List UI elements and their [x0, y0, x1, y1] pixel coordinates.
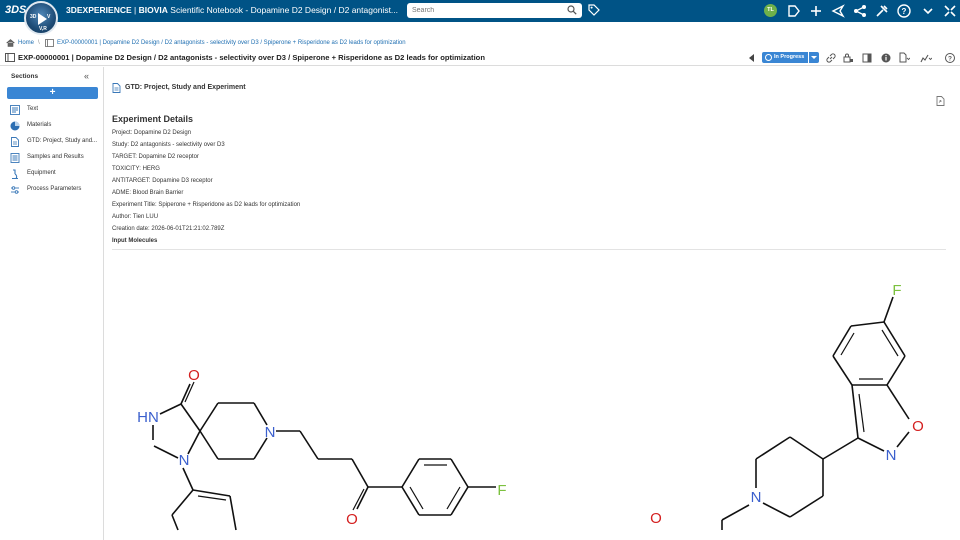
chart-menu-icon[interactable]	[920, 52, 932, 64]
status-badge[interactable]: In Progress	[762, 52, 808, 63]
brand-name: 3DEXPERIENCE	[66, 5, 132, 15]
breadcrumb-home[interactable]: Home	[18, 40, 34, 46]
samples-icon	[10, 153, 20, 163]
field-study: Study: D2 antagonists - selectivity over…	[112, 142, 225, 148]
sidebar-item-label: Equipment	[27, 170, 56, 176]
info-icon[interactable]	[880, 52, 892, 64]
sidebar-item-materials[interactable]: Materials	[10, 120, 102, 132]
input-molecules-label: Input Molecules	[112, 238, 158, 244]
notebook-title: Scientific Notebook - Dopamine D2 Design…	[170, 5, 399, 15]
add-icon[interactable]	[808, 3, 824, 19]
svg-text:?: ?	[948, 55, 952, 62]
share-tag-icon[interactable]	[786, 3, 802, 19]
tag-icon[interactable]	[588, 4, 600, 16]
sidebar-item-label: Text	[27, 106, 39, 112]
fullscreen-icon[interactable]	[942, 3, 958, 19]
microscope-icon	[12, 169, 18, 179]
sidebar-item-text[interactable]: Text	[10, 104, 102, 116]
title-bar: EXP-00000001 | Dopamine D2 Design / D2 a…	[0, 50, 960, 66]
compass-3d-label: 3D	[30, 14, 37, 20]
spiperone-structure	[152, 381, 496, 531]
help-icon[interactable]: ?	[944, 52, 956, 64]
sidebar-item-gtd[interactable]: GTD: Project, Study and...	[10, 136, 102, 148]
atom-n2: N	[265, 424, 276, 441]
svg-text:?: ?	[902, 7, 907, 16]
network-icon[interactable]	[852, 3, 868, 19]
home-icon[interactable]	[6, 39, 15, 47]
export-document-icon[interactable]	[936, 96, 945, 106]
spiperone-atom-labels: O HN N N O F	[137, 367, 506, 528]
search-input[interactable]	[412, 5, 562, 16]
add-section-button[interactable]: +	[7, 87, 98, 99]
field-adme: ADME: Blood Brain Barrier	[112, 190, 184, 196]
field-target: TARGET: Dopamine D2 receptor	[112, 154, 199, 160]
experiment-details-heading: Experiment Details	[112, 114, 194, 124]
user-avatar[interactable]: TL	[764, 4, 777, 17]
panel-icon[interactable]	[861, 52, 873, 64]
sidebar-item-label: GTD: Project, Study and...	[27, 138, 98, 144]
atom-o4: O	[650, 510, 662, 527]
field-toxicity: TOXICITY: HERG	[112, 166, 160, 172]
atom-n4: N	[751, 489, 762, 506]
collapse-left-icon[interactable]	[746, 52, 758, 64]
compass-icon[interactable]: 3D V V,R	[24, 1, 58, 35]
chevron-down-icon[interactable]	[920, 3, 936, 19]
document-menu-icon[interactable]	[898, 52, 910, 64]
sidebar-item-label: Process Parameters	[27, 186, 82, 192]
breadcrumb-experiment[interactable]: EXP-00000001 | Dopamine D2 Design / D2 a…	[57, 40, 406, 46]
parameters-icon	[11, 186, 19, 194]
notebook-icon	[45, 39, 54, 47]
top-bar: 3DS 3D V V,R 3DEXPERIENCE | BIOVIA Scien…	[0, 0, 960, 35]
status-ring-icon	[765, 54, 772, 61]
atom-n1: N	[179, 452, 190, 469]
field-author: Author: Tien LUU	[112, 214, 159, 220]
notebook-icon	[5, 53, 15, 62]
app-title: 3DEXPERIENCE | BIOVIA Scientific Noteboo…	[66, 5, 399, 15]
risperidone-atom-labels: F O N N O	[650, 282, 924, 527]
atom-n3: N	[886, 447, 897, 464]
search-icon[interactable]	[567, 5, 577, 15]
help-icon[interactable]: ?	[896, 3, 912, 19]
document-icon	[11, 137, 19, 147]
field-project: Project: Dopamine D2 Design	[112, 130, 192, 136]
document-icon	[112, 83, 121, 93]
sections-sidebar: Sections « + Text Materials GTD: Project…	[0, 67, 104, 540]
sidebar-item-samples-results[interactable]: Samples and Results	[10, 152, 102, 164]
molecule-structures: O HN N N O F F O N N O	[137, 282, 924, 531]
link-icon[interactable]	[825, 52, 837, 64]
sections-heading: Sections	[11, 73, 39, 80]
compass-v-label: V	[47, 14, 51, 20]
lock-icon[interactable]	[842, 52, 854, 64]
atom-hn: HN	[137, 409, 159, 426]
sidebar-item-label: Materials	[27, 122, 52, 128]
atom-o2: O	[346, 511, 358, 528]
collapse-sidebar-button[interactable]: «	[84, 71, 89, 81]
materials-icon	[10, 121, 20, 131]
breadcrumb-separator: \	[38, 40, 40, 46]
play-icon	[38, 13, 47, 25]
atom-o3: O	[912, 418, 924, 435]
tools-icon[interactable]	[874, 3, 890, 19]
divider	[112, 249, 946, 250]
sidebar-item-process-parameters[interactable]: Process Parameters	[10, 184, 102, 196]
atom-o1: O	[188, 367, 200, 384]
ds-logo[interactable]: 3DS	[5, 4, 26, 16]
section-title: GTD: Project, Study and Experiment	[125, 84, 246, 91]
share-icon[interactable]	[830, 3, 846, 19]
field-experiment-title: Experiment Title: Spiperone + Risperidon…	[112, 202, 301, 208]
field-creation-date: Creation date: 2026-06-01T21:21:02.789Z	[112, 226, 225, 232]
page-title: EXP-00000001 | Dopamine D2 Design / D2 a…	[18, 53, 485, 62]
sidebar-item-label: Samples and Results	[27, 154, 84, 160]
atom-f2: F	[892, 282, 901, 299]
status-dropdown-button[interactable]	[809, 52, 819, 63]
text-icon	[10, 105, 20, 115]
search-box[interactable]	[407, 3, 582, 18]
status-label: In Progress	[774, 54, 805, 60]
platform-name: BIOVIA	[138, 5, 168, 15]
compass-vr-label: V,R	[39, 26, 47, 32]
atom-f1: F	[497, 482, 506, 499]
sidebar-item-equipment[interactable]: Equipment	[10, 168, 102, 180]
breadcrumb: Home \ EXP-00000001 | Dopamine D2 Design…	[0, 38, 960, 50]
field-antitarget: ANTITARGET: Dopamine D3 receptor	[112, 178, 213, 184]
